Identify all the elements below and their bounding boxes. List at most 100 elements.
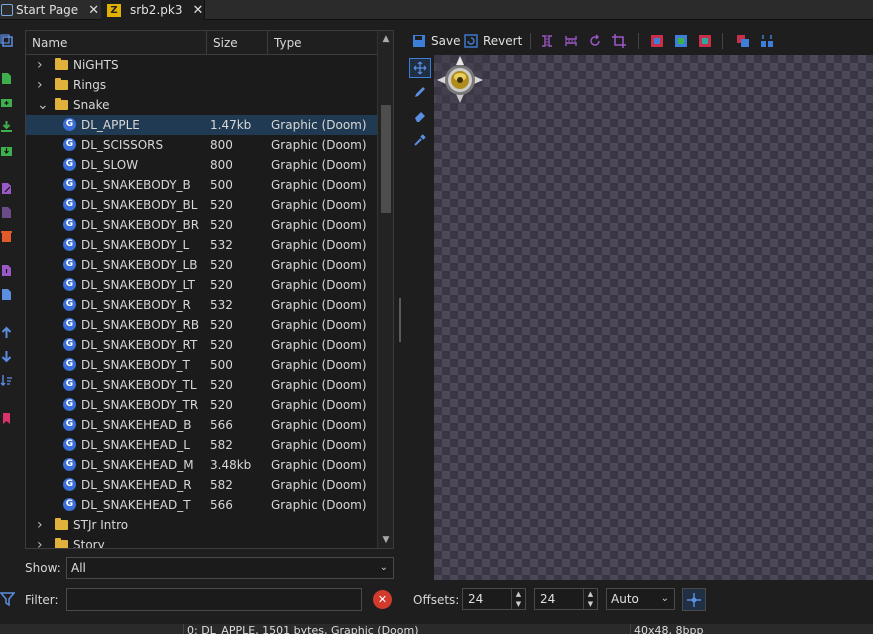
tree-folder-row[interactable]: › STJr Intro xyxy=(26,515,378,535)
spin-arrows-icon[interactable]: ▲ ▼ xyxy=(583,589,597,609)
entry-size: 582 xyxy=(210,438,233,452)
tree-entry-row[interactable]: G DL_SCISSORS 800 Graphic (Doom) xyxy=(26,135,378,155)
transparency-icon[interactable] xyxy=(736,34,750,48)
graphic-canvas[interactable] xyxy=(434,55,873,580)
tree-folder-row[interactable]: › Story xyxy=(26,535,378,548)
tint-icon[interactable] xyxy=(698,34,712,48)
revert-label: Revert xyxy=(483,34,523,48)
tree-folder-row[interactable]: ⌄ Snake xyxy=(26,95,378,115)
bookmark-icon[interactable] xyxy=(0,412,13,425)
eraser-tool[interactable] xyxy=(409,106,431,126)
column-header-type[interactable]: Type xyxy=(268,31,378,55)
save-button[interactable]: Save xyxy=(412,32,460,50)
filter-icon[interactable] xyxy=(0,591,15,607)
column-header-size[interactable]: Size xyxy=(207,31,268,55)
tab-srb2-pk3[interactable]: Z srb2.pk3 ✕ xyxy=(101,0,205,20)
show-select[interactable]: All ⌄ xyxy=(66,557,394,579)
status-image-info: 40x48, 8bpp xyxy=(630,624,873,634)
close-icon[interactable]: ✕ xyxy=(192,3,203,18)
tree-entry-row[interactable]: G DL_SLOW 800 Graphic (Doom) xyxy=(26,155,378,175)
import-icon[interactable] xyxy=(0,120,13,133)
mirror-icon[interactable] xyxy=(540,34,554,48)
convert-icon[interactable] xyxy=(760,34,774,48)
tree-entry-row[interactable]: G DL_SNAKEBODY_TL 520 Graphic (Doom) xyxy=(26,375,378,395)
offset-x-spinbox[interactable]: 24 ▲ ▼ xyxy=(462,588,526,610)
tree-entry-row[interactable]: G DL_SNAKEHEAD_T 566 Graphic (Doom) xyxy=(26,495,378,515)
tree-entry-row[interactable]: G DL_SNAKEBODY_RT 520 Graphic (Doom) xyxy=(26,335,378,355)
chevron-down-icon[interactable]: ⌄ xyxy=(37,95,49,115)
chevron-right-icon[interactable]: › xyxy=(37,535,43,548)
offset-mode-select[interactable]: Auto ⌄ xyxy=(606,588,675,610)
move-up-icon[interactable] xyxy=(0,326,13,339)
chevron-right-icon[interactable]: › xyxy=(37,55,43,75)
new-folder-icon[interactable] xyxy=(0,96,13,109)
tree-entry-row[interactable]: G DL_SNAKEBODY_LT 520 Graphic (Doom) xyxy=(26,275,378,295)
auto-offset-button[interactable] xyxy=(682,588,706,611)
tree-entry-row[interactable]: G DL_SNAKEBODY_BR 520 Graphic (Doom) xyxy=(26,215,378,235)
tree-entry-row[interactable]: G DL_SNAKEHEAD_B 566 Graphic (Doom) xyxy=(26,415,378,435)
folder-icon xyxy=(55,58,68,70)
close-icon[interactable]: ✕ xyxy=(88,3,99,18)
tree-entry-row[interactable]: G DL_SNAKEBODY_LB 520 Graphic (Doom) xyxy=(26,255,378,275)
panel-splitter[interactable] xyxy=(399,298,401,342)
tree-entry-row[interactable]: G DL_SNAKEBODY_T 500 Graphic (Doom) xyxy=(26,355,378,375)
tree-header: Name Size Type xyxy=(26,31,378,55)
export-icon[interactable] xyxy=(0,264,13,277)
new-entry-icon[interactable] xyxy=(0,72,13,85)
move-down-icon[interactable] xyxy=(0,350,13,363)
flip-icon[interactable] xyxy=(564,34,578,48)
picker-tool[interactable] xyxy=(409,130,431,150)
spin-arrows-icon[interactable]: ▲ ▼ xyxy=(511,589,525,609)
rename-icon[interactable] xyxy=(0,182,13,195)
column-header-name[interactable]: Name xyxy=(26,31,207,55)
tab-label: Start Page xyxy=(16,3,79,17)
colourise-icon[interactable] xyxy=(674,34,688,48)
scroll-up-icon[interactable]: ▲ xyxy=(378,31,393,47)
tree-entry-row[interactable]: G DL_SNAKEBODY_RB 520 Graphic (Doom) xyxy=(26,315,378,335)
tree-entry-row[interactable]: G DL_SNAKEBODY_BL 520 Graphic (Doom) xyxy=(26,195,378,215)
filter-input[interactable] xyxy=(66,588,362,611)
import-folder-icon[interactable] xyxy=(0,144,13,157)
edit-icon[interactable] xyxy=(0,206,13,219)
scroll-down-icon[interactable]: ▼ xyxy=(378,532,393,548)
entry-size: 3.48kb xyxy=(210,458,252,472)
crop-icon[interactable] xyxy=(612,34,626,48)
entry-name: DL_SNAKEBODY_B xyxy=(81,178,191,192)
delete-icon[interactable] xyxy=(0,230,13,243)
tree-entry-row[interactable]: G DL_SNAKEBODY_R 532 Graphic (Doom) xyxy=(26,295,378,315)
tab-start-page[interactable]: Start Page ✕ xyxy=(0,0,100,20)
move-tool[interactable] xyxy=(409,58,431,78)
entry-name: DL_SNAKEBODY_R xyxy=(81,298,191,312)
export-as-icon[interactable] xyxy=(0,288,13,301)
remap-icon[interactable] xyxy=(650,34,664,48)
entry-name: DL_SNAKEHEAD_T xyxy=(81,498,191,512)
copy-icon[interactable] xyxy=(0,34,13,47)
rotate-icon[interactable] xyxy=(588,34,602,48)
tree-entry-row[interactable]: G DL_SNAKEHEAD_L 582 Graphic (Doom) xyxy=(26,435,378,455)
entry-type: Graphic (Doom) xyxy=(271,458,367,472)
pencil-tool[interactable] xyxy=(409,82,431,102)
tree-entry-row[interactable]: G DL_SNAKEHEAD_R 582 Graphic (Doom) xyxy=(26,475,378,495)
chevron-right-icon[interactable]: › xyxy=(37,75,43,95)
tree-entry-row[interactable]: G DL_SNAKEBODY_TR 520 Graphic (Doom) xyxy=(26,395,378,415)
tree-entry-row[interactable]: G DL_APPLE 1.47kb Graphic (Doom) xyxy=(26,115,378,135)
tree-entry-row[interactable]: G DL_SNAKEBODY_B 500 Graphic (Doom) xyxy=(26,175,378,195)
tree-entry-row[interactable]: G DL_SNAKEBODY_L 532 Graphic (Doom) xyxy=(26,235,378,255)
entry-size: 520 xyxy=(210,318,233,332)
tree-folder-row[interactable]: › NiGHTS xyxy=(26,55,378,75)
sort-icon[interactable] xyxy=(0,374,13,387)
chevron-right-icon[interactable]: › xyxy=(37,515,43,535)
tree-folder-row[interactable]: › Rings xyxy=(26,75,378,95)
clear-filter-icon[interactable]: ✕ xyxy=(373,590,392,609)
offset-y-spinbox[interactable]: 24 ▲ ▼ xyxy=(534,588,598,610)
entry-type: Graphic (Doom) xyxy=(271,498,367,512)
scroll-thumb[interactable] xyxy=(381,105,391,213)
tree-scrollbar[interactable]: ▲ ▼ xyxy=(377,31,393,548)
revert-button[interactable]: Revert xyxy=(464,32,522,50)
tree-entry-row[interactable]: G DL_SNAKEHEAD_M 3.48kb Graphic (Doom) xyxy=(26,455,378,475)
entry-name: DL_SNAKEBODY_LB xyxy=(81,258,198,272)
revert-icon xyxy=(464,34,478,48)
chevron-down-icon: ⌄ xyxy=(379,562,388,573)
eyedropper-icon xyxy=(414,134,426,146)
entry-size: 500 xyxy=(210,358,233,372)
